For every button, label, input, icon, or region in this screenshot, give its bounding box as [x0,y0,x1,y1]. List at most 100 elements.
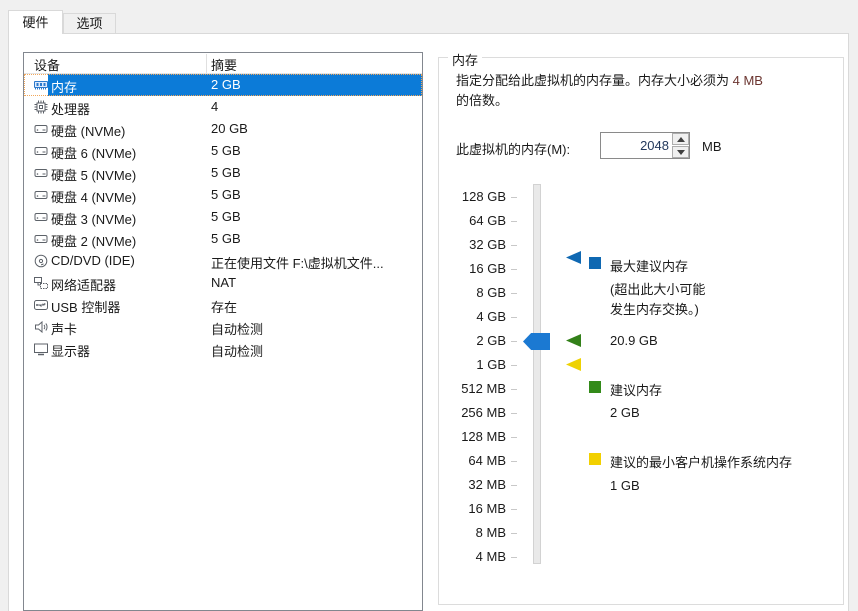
sound-icon [33,319,49,335]
minimum-memory-legend-icon [589,453,601,465]
device-name: 声卡 [51,319,77,338]
device-rows: 内存2 GB处理器4硬盘 (NVMe)20 GB硬盘 6 (NVMe)5 GB硬… [24,74,422,360]
device-row-9[interactable]: CD/DVD (IDE)正在使用文件 F:\虚拟机文件... [24,250,422,272]
scale-tick [511,437,517,438]
scale-label: 128 GB [440,185,506,209]
device-row-5[interactable]: 硬盘 5 (NVMe)5 GB [24,162,422,184]
memory-input[interactable] [601,133,672,158]
scale-label: 64 GB [440,209,506,233]
scale-label: 128 MB [440,425,506,449]
scale-label: 8 GB [440,281,506,305]
usb-icon [33,297,49,313]
scale-label: 64 MB [440,449,506,473]
device-summary: 正在使用文件 F:\虚拟机文件... [211,253,384,272]
device-row-6[interactable]: 硬盘 4 (NVMe)5 GB [24,184,422,206]
tab-hardware[interactable]: 硬件 [8,10,63,34]
device-name: 硬盘 6 (NVMe) [51,143,136,162]
recommended-memory-legend-icon [589,381,601,393]
scale-tick [511,293,517,294]
device-row-8[interactable]: 硬盘 2 (NVMe) 5 GB [24,228,422,250]
device-summary: 5 GB [211,209,241,224]
scale-tick [511,317,517,318]
device-row-12[interactable]: 声卡 自动检测 [24,316,422,338]
device-summary: 5 GB [211,143,241,158]
scale-label: 4 GB [440,305,506,329]
cd-icon [33,253,49,269]
vm-settings-dialog: 硬件 选项 设备 摘要 内存2 GB处理器4硬盘 (NVMe)20 GB硬盘 6… [0,0,858,611]
device-name: 处理器 [51,99,90,118]
scale-label: 16 GB [440,257,506,281]
device-row-1[interactable]: 内存2 GB [24,74,422,96]
scale-label: 8 MB [440,521,506,545]
disk-icon [33,165,49,181]
column-header-summary[interactable]: 摘要 [211,55,237,74]
memory-groupbox-title: 内存 [448,50,482,69]
display-icon [33,341,49,357]
device-summary: 5 GB [211,187,241,202]
device-row-3[interactable]: 硬盘 (NVMe)20 GB [24,118,422,140]
minimum-memory-label: 建议的最小客户机操作系统内存 [610,452,792,471]
device-summary: 自动检测 [211,341,263,360]
device-summary: 5 GB [211,165,241,180]
scale-tick [511,485,517,486]
disk-icon [33,231,49,247]
device-row-4[interactable]: 硬盘 6 (NVMe) 5 GB [24,140,422,162]
device-row-7[interactable]: 硬盘 3 (NVMe)5 GB [24,206,422,228]
column-header-device[interactable]: 设备 [34,55,60,74]
max-memory-note-line2: 发生内存交换。) [610,299,699,318]
scale-label: 256 MB [440,401,506,425]
scale-tick [511,413,517,414]
spin-up-button[interactable] [672,133,689,145]
disk-icon [33,143,49,159]
device-row-13[interactable]: 显示器自动检测 [24,338,422,360]
minimum-memory-value: 1 GB [610,478,640,493]
device-row-10[interactable]: 网络适配器NAT [24,272,422,294]
device-list-header: 设备 摘要 [24,53,422,74]
device-summary: 20 GB [211,121,248,136]
recommended-memory-label: 建议内存 [610,380,662,399]
scale-label: 32 GB [440,233,506,257]
scale-tick [511,341,517,342]
device-summary: 存在 [211,297,237,316]
scale-tick [511,389,517,390]
network-icon [33,275,49,291]
device-name: USB 控制器 [51,297,120,316]
scale-tick [511,221,517,222]
device-summary: 5 GB [211,231,241,246]
scale-label: 1 GB [440,353,506,377]
spin-up-icon [677,137,685,142]
column-divider[interactable] [206,54,207,73]
memory-description: 指定分配给此虚拟机的内存量。内存大小必须为 4 MB 的倍数。 [456,71,836,111]
recommended-memory-value: 2 GB [610,405,640,420]
device-summary: 自动检测 [211,319,263,338]
scale-label: 4 MB [440,545,506,569]
spin-down-button[interactable] [672,146,689,158]
disk-icon [33,209,49,225]
scale-label: 2 GB [440,329,506,353]
memory-spinbox [600,132,690,159]
max-memory-legend-icon [589,257,601,269]
scale-tick [511,197,517,198]
disk-icon [33,121,49,137]
scale-tick [511,557,517,558]
ram-icon [33,77,49,93]
memory-slider-track[interactable] [533,184,541,564]
spin-down-icon [677,150,685,155]
max-memory-note-line1: (超出此大小可能 [610,279,705,298]
device-name: 网络适配器 [51,275,116,294]
scale-tick [511,533,517,534]
scale-tick [511,245,517,246]
memory-multiple-value: 4 MB [733,73,763,88]
max-memory-label: 最大建议内存 [610,256,688,275]
scale-tick [511,365,517,366]
disk-icon [33,187,49,203]
scale-tick [511,461,517,462]
device-row-11[interactable]: USB 控制器 存在 [24,294,422,316]
tab-options[interactable]: 选项 [63,13,116,33]
scale-label: 32 MB [440,473,506,497]
memory-unit-label: MB [702,139,722,154]
device-name: 硬盘 2 (NVMe) [51,231,136,250]
device-row-2[interactable]: 处理器4 [24,96,422,118]
device-name: 内存 [51,77,77,96]
scale-label: 16 MB [440,497,506,521]
